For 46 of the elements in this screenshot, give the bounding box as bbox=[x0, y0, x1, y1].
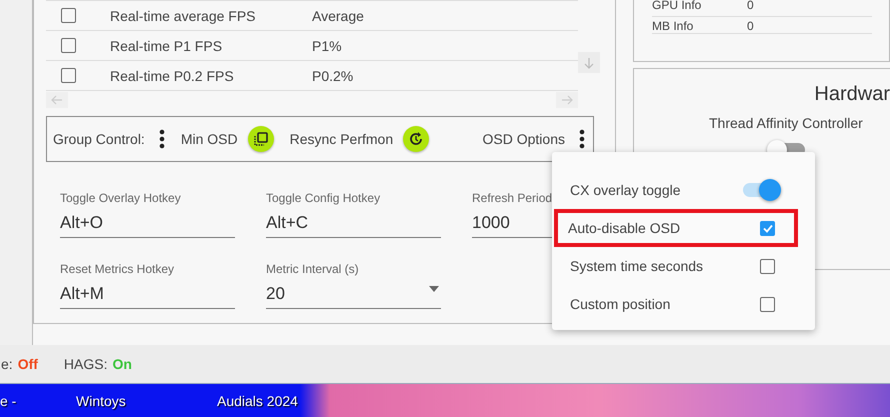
arrow-left-icon bbox=[51, 94, 63, 106]
more-options-icon bbox=[579, 129, 585, 149]
checkbox[interactable] bbox=[61, 8, 76, 23]
checkbox[interactable] bbox=[61, 68, 76, 83]
info-name: GPU Info bbox=[652, 0, 702, 12]
round-icon-button[interactable] bbox=[403, 126, 430, 152]
info-value: 0 bbox=[747, 19, 754, 33]
group-action-button[interactable]: Min OSD bbox=[180, 126, 274, 152]
panel-subtitle: Thread Affinity Controller bbox=[709, 115, 863, 131]
group-action-button[interactable]: Resync Perfmon bbox=[290, 126, 430, 152]
taskbar-item[interactable]: Audials 2024 bbox=[217, 392, 298, 408]
panel-title: Hardwar bbox=[814, 83, 890, 106]
status-value: Off bbox=[18, 356, 38, 372]
checkbox[interactable] bbox=[760, 220, 775, 236]
dropdown-field[interactable]: Metric Interval (s) 20 bbox=[266, 260, 441, 309]
checkbox[interactable] bbox=[760, 296, 775, 312]
input-field[interactable]: Toggle Overlay Hotkey Alt+O bbox=[60, 189, 235, 238]
refresh-icon bbox=[409, 132, 424, 146]
input-field[interactable]: Reset Metrics Hotkey Alt+M bbox=[60, 260, 235, 309]
status-value: On bbox=[112, 356, 132, 372]
status-label: HAGS: bbox=[64, 356, 108, 372]
group-control-label: Group Control: bbox=[53, 131, 145, 147]
arrow-right-icon bbox=[561, 94, 573, 106]
menu-item[interactable]: Custom position bbox=[554, 285, 813, 323]
osd-options-button[interactable]: OSD Options bbox=[482, 129, 585, 149]
metric-type: Average bbox=[312, 8, 364, 24]
check-icon bbox=[762, 222, 774, 234]
metric-type: P0.2% bbox=[312, 68, 354, 84]
taskbar-item[interactable]: e - bbox=[0, 392, 76, 408]
metric-type: P1% bbox=[312, 38, 342, 54]
menu-item[interactable]: System time seconds bbox=[554, 247, 813, 285]
status-label: e: bbox=[1, 356, 13, 372]
info-value: 0 bbox=[747, 0, 754, 12]
taskbar-item[interactable]: Wintoys bbox=[76, 392, 217, 408]
info-name: MB Info bbox=[652, 19, 694, 33]
checkbox[interactable] bbox=[760, 258, 775, 274]
more-options-icon bbox=[158, 129, 165, 149]
arrow-down-icon bbox=[583, 56, 595, 68]
metric-name: Real-time P1 FPS bbox=[110, 38, 224, 54]
metric-name: Real-time average FPS bbox=[110, 8, 257, 24]
layers-icon bbox=[254, 132, 268, 146]
metric-name: Real-time P0.2 FPS bbox=[110, 68, 235, 84]
input-field[interactable]: Toggle Config Hotkey Alt+C bbox=[266, 189, 441, 238]
dropdown-caret-icon bbox=[429, 286, 439, 292]
round-icon-button[interactable] bbox=[248, 126, 274, 152]
checkbox[interactable] bbox=[61, 38, 76, 53]
